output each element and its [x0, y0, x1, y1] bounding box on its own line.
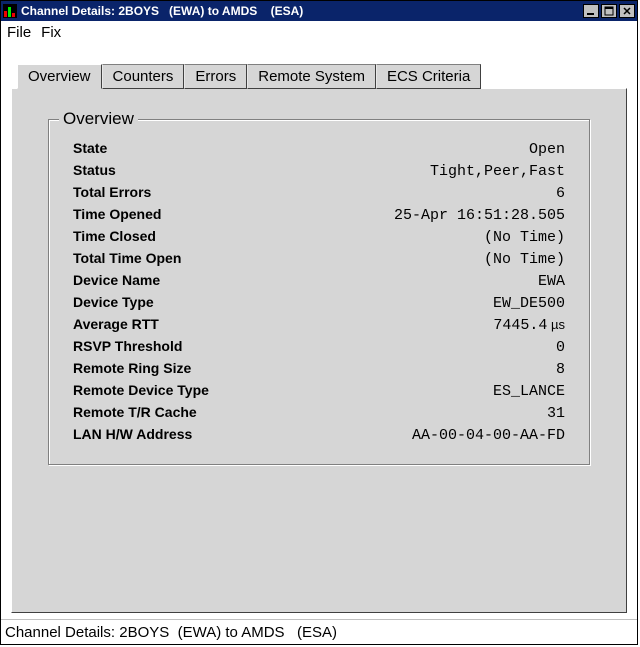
- value-time-opened: 25-Apr 16:51:28.505: [299, 204, 565, 226]
- window-frame: Channel Details: 2BOYS (EWA) to AMDS (ES…: [0, 0, 638, 645]
- label-device-name: Device Name: [73, 270, 299, 292]
- label-total-time-open: Total Time Open: [73, 248, 299, 270]
- value-state: Open: [299, 138, 565, 160]
- close-button[interactable]: [619, 4, 635, 18]
- tab-page-overview: Overview State Open Status Tight,Peer,Fa…: [11, 88, 627, 613]
- label-time-closed: Time Closed: [73, 226, 299, 248]
- app-icon: [3, 4, 17, 18]
- label-avg-rtt: Average RTT: [73, 314, 299, 336]
- value-status: Tight,Peer,Fast: [299, 160, 565, 182]
- row-avg-rtt: Average RTT 7445.4 µs: [73, 314, 565, 336]
- row-trcache: Remote T/R Cache 31: [73, 402, 565, 424]
- label-status: Status: [73, 160, 299, 182]
- row-lanhw: LAN H/W Address AA-00-04-00-AA-FD: [73, 424, 565, 446]
- row-time-closed: Time Closed (No Time): [73, 226, 565, 248]
- close-icon: [622, 6, 632, 16]
- value-avg-rtt: 7445.4 µs: [299, 314, 565, 336]
- tab-label: Overview: [28, 68, 91, 85]
- minimize-button[interactable]: [583, 4, 599, 18]
- minimize-icon: [586, 6, 596, 16]
- status-bar: Channel Details: 2BOYS (EWA) to AMDS (ES…: [1, 619, 637, 644]
- tab-label: Remote System: [258, 68, 365, 85]
- window-buttons: [583, 4, 635, 18]
- menu-bar: File Fix: [1, 21, 637, 43]
- tab-overview[interactable]: Overview: [17, 64, 102, 89]
- label-state: State: [73, 138, 299, 160]
- row-rsvp: RSVP Threshold 0: [73, 336, 565, 358]
- menu-file[interactable]: File: [7, 24, 31, 41]
- maximize-icon: [604, 6, 614, 16]
- value-rsvp: 0: [299, 336, 565, 358]
- tab-ecs-criteria[interactable]: ECS Criteria: [376, 64, 481, 89]
- label-ring: Remote Ring Size: [73, 358, 299, 380]
- row-total-errors: Total Errors 6: [73, 182, 565, 204]
- overview-legend: Overview: [59, 109, 138, 129]
- value-device-type: EW_DE500: [299, 292, 565, 314]
- label-rdev: Remote Device Type: [73, 380, 299, 402]
- maximize-button[interactable]: [601, 4, 617, 18]
- value-avg-rtt-unit: µs: [547, 317, 565, 332]
- tab-label: ECS Criteria: [387, 68, 470, 85]
- overview-fieldset: Overview State Open Status Tight,Peer,Fa…: [48, 119, 590, 465]
- value-time-closed: (No Time): [299, 226, 565, 248]
- value-ring: 8: [299, 358, 565, 380]
- label-rsvp: RSVP Threshold: [73, 336, 299, 358]
- label-trcache: Remote T/R Cache: [73, 402, 299, 424]
- value-total-errors: 6: [299, 182, 565, 204]
- label-lanhw: LAN H/W Address: [73, 424, 299, 446]
- tab-errors[interactable]: Errors: [184, 64, 247, 89]
- row-ring: Remote Ring Size 8: [73, 358, 565, 380]
- row-device-type: Device Type EW_DE500: [73, 292, 565, 314]
- window-title: Channel Details: 2BOYS (EWA) to AMDS (ES…: [21, 4, 583, 18]
- value-device-name: EWA: [299, 270, 565, 292]
- menu-fix[interactable]: Fix: [41, 24, 61, 41]
- label-time-opened: Time Opened: [73, 204, 299, 226]
- row-rdev: Remote Device Type ES_LANCE: [73, 380, 565, 402]
- status-text: Channel Details: 2BOYS (EWA) to AMDS (ES…: [5, 624, 337, 641]
- value-total-time-open: (No Time): [299, 248, 565, 270]
- tab-label: Errors: [195, 68, 236, 85]
- tab-strip: Overview Counters Errors Remote System E…: [11, 63, 627, 88]
- title-bar: Channel Details: 2BOYS (EWA) to AMDS (ES…: [1, 1, 637, 21]
- row-status: Status Tight,Peer,Fast: [73, 160, 565, 182]
- tab-counters[interactable]: Counters: [102, 64, 185, 89]
- value-rdev: ES_LANCE: [299, 380, 565, 402]
- row-time-opened: Time Opened 25-Apr 16:51:28.505: [73, 204, 565, 226]
- label-total-errors: Total Errors: [73, 182, 299, 204]
- value-avg-rtt-number: 7445.4: [493, 317, 547, 334]
- row-device-name: Device Name EWA: [73, 270, 565, 292]
- value-lanhw: AA-00-04-00-AA-FD: [299, 424, 565, 446]
- tab-label: Counters: [113, 68, 174, 85]
- row-state: State Open: [73, 138, 565, 160]
- client-area: Overview Counters Errors Remote System E…: [1, 43, 637, 619]
- value-trcache: 31: [299, 402, 565, 424]
- overview-table: State Open Status Tight,Peer,Fast Total …: [73, 138, 565, 446]
- label-device-type: Device Type: [73, 292, 299, 314]
- row-total-time-open: Total Time Open (No Time): [73, 248, 565, 270]
- tab-remote-system[interactable]: Remote System: [247, 64, 376, 89]
